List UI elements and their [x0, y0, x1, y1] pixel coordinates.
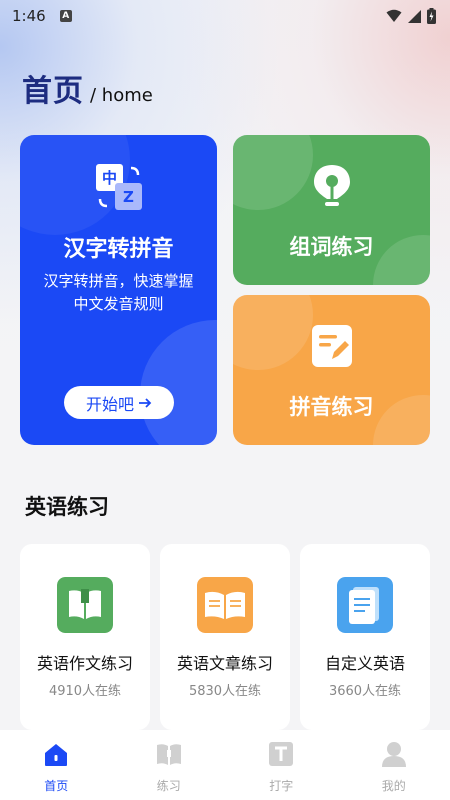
home-icon	[45, 744, 68, 766]
card-decoration	[140, 320, 217, 445]
english-article-title: 英语文章练习	[176, 654, 273, 673]
status-icons	[386, 8, 436, 24]
english-article-count: 5830人在练	[188, 684, 262, 699]
custom-english-title: 自定义英语	[324, 654, 405, 673]
nav-home[interactable]: 首页	[0, 730, 113, 800]
word-building-card[interactable]: 组词练习	[233, 135, 430, 285]
hanzi-card-title: 汉字转拼音	[63, 237, 174, 262]
bottom-navigation: 首页 练习 打字 我的	[0, 730, 450, 800]
practice-book-icon	[156, 744, 181, 765]
hanzi-to-pinyin-card[interactable]: 中 Z 汉字转拼音 汉字转拼音，快速掌握中文发音规则 开始吧	[20, 135, 217, 445]
svg-text:Z: Z	[123, 188, 134, 206]
battery-charging-icon	[427, 8, 436, 24]
nav-typing[interactable]: 打字	[225, 730, 338, 800]
word-building-title: 组词练习	[289, 235, 374, 259]
edit-note-icon	[312, 325, 352, 367]
pinyin-practice-title: 拼音练习	[289, 395, 374, 419]
status-bar: 1:46 A	[0, 0, 450, 32]
start-button[interactable]: 开始吧	[64, 386, 174, 419]
profile-icon	[381, 742, 406, 767]
nav-profile-label: 我的	[381, 779, 406, 793]
status-time: 1:46	[12, 7, 46, 25]
english-essay-title: 英语作文练习	[36, 654, 133, 673]
hanzi-card-description: 汉字转拼音，快速掌握中文发音规则	[43, 272, 194, 313]
custom-english-count: 3660人在练	[328, 684, 402, 699]
page-header: 首页 / home	[22, 66, 153, 110]
notebook-icon	[337, 577, 393, 633]
nav-practice[interactable]: 练习	[113, 730, 226, 800]
nav-practice-label: 练习	[156, 779, 181, 793]
english-article-card[interactable]: 英语文章练习 5830人在练	[160, 544, 290, 730]
nav-profile[interactable]: 我的	[338, 730, 450, 800]
pen-nib-icon	[314, 165, 350, 206]
english-essay-card[interactable]: 英语作文练习 4910人在练	[20, 544, 150, 730]
open-book-icon	[197, 577, 253, 633]
book-icon	[57, 577, 113, 633]
nav-home-label: 首页	[44, 779, 69, 793]
custom-english-card[interactable]: 自定义英语 3660人在练	[300, 544, 430, 730]
english-section-title: 英语练习	[25, 495, 109, 519]
card-decoration	[233, 135, 313, 210]
svg-text:中: 中	[102, 169, 117, 187]
pinyin-practice-card[interactable]: 拼音练习	[233, 295, 430, 445]
card-decoration	[233, 295, 313, 370]
arrow-right-icon	[139, 397, 152, 408]
notification-badge-icon: A	[59, 10, 72, 22]
start-button-label: 开始吧	[85, 394, 134, 414]
translate-icon: 中 Z	[96, 164, 142, 210]
typing-icon	[269, 742, 294, 766]
wifi-icon	[386, 9, 402, 22]
signal-icon	[408, 9, 421, 23]
nav-typing-label: 打字	[269, 779, 294, 793]
english-essay-count: 4910人在练	[48, 684, 122, 699]
page-title: 首页	[22, 74, 84, 109]
page-subtitle: / home	[90, 85, 153, 106]
